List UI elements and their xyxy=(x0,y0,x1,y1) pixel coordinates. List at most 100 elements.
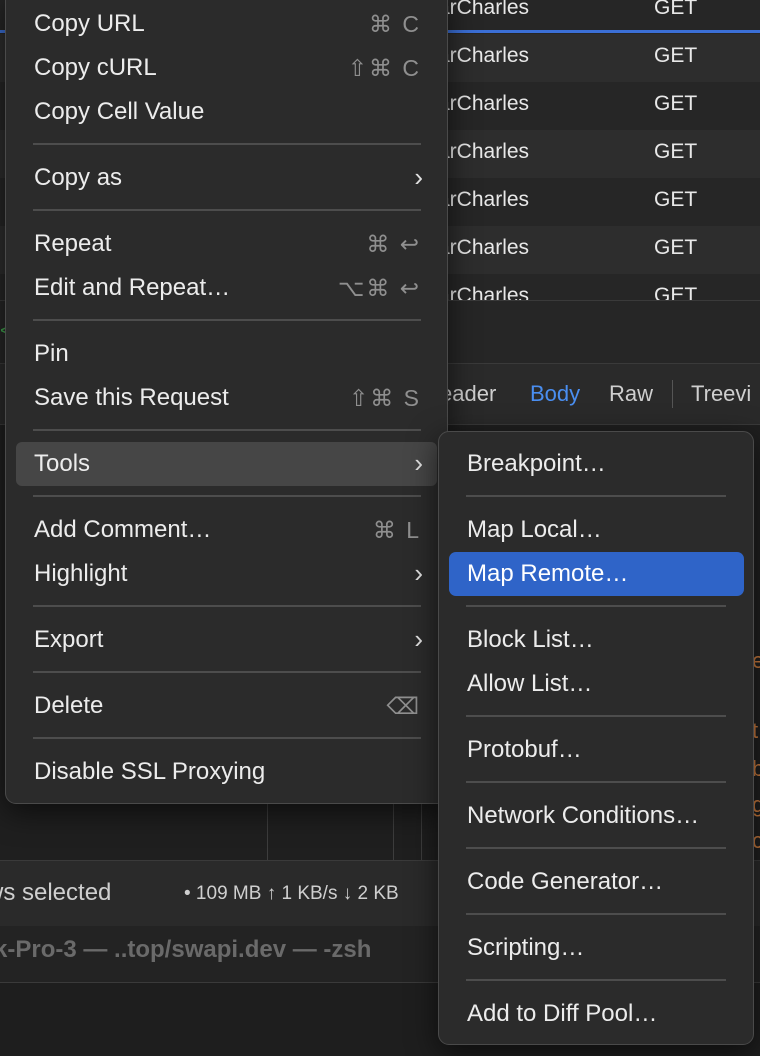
menu-item-label: Copy cURL xyxy=(34,54,157,81)
menu-separator xyxy=(33,143,421,145)
menu-separator xyxy=(466,605,726,607)
menu-item-shortcut: ⇧⌘ S xyxy=(348,385,421,411)
menu-separator xyxy=(466,715,726,717)
map-remote-item[interactable]: Map Remote… xyxy=(449,552,744,596)
menu-separator xyxy=(466,979,726,981)
client-cell: arCharles xyxy=(438,0,530,19)
menu-item-label: Add to Diff Pool… xyxy=(467,1000,658,1027)
client-cell: arCharles xyxy=(438,236,530,259)
menu-item-shortcut: ⌘ ↩ xyxy=(366,231,421,257)
chevron-right-icon: › xyxy=(414,624,423,654)
method-cell: GET xyxy=(654,140,698,163)
menu-separator xyxy=(33,605,421,607)
menu-separator xyxy=(466,913,726,915)
menu-separator xyxy=(466,495,726,497)
scripting-item[interactable]: Scripting… xyxy=(449,926,744,970)
tab-header[interactable]: eader xyxy=(440,381,496,407)
menu-separator xyxy=(33,495,421,497)
terminal-title: k-Pro-3 — ..top/swapi.dev — -zsh xyxy=(0,936,372,963)
tab-body[interactable]: Body xyxy=(530,381,580,407)
delete-key-icon: ⌫ xyxy=(386,693,421,719)
menu-separator xyxy=(33,319,421,321)
allow-list-item[interactable]: Allow List… xyxy=(449,662,744,706)
menu-item-label: Code Generator… xyxy=(467,868,664,895)
menu-item-label: Edit and Repeat… xyxy=(34,274,231,301)
menu-separator xyxy=(33,209,421,211)
client-cell: arCharles xyxy=(438,44,530,67)
tab-treeview[interactable]: Treevi xyxy=(691,381,751,407)
code-generator-item[interactable]: Code Generator… xyxy=(449,860,744,904)
menu-item-label: Add Comment… xyxy=(34,516,212,543)
menu-separator xyxy=(33,671,421,673)
menu-item-label: Copy as xyxy=(34,164,123,191)
menu-item-shortcut: ⇧⌘ C xyxy=(347,55,421,81)
save-request-item[interactable]: Save this Request ⇧⌘ S xyxy=(16,376,437,420)
method-cell: GET xyxy=(654,92,698,115)
tab-divider xyxy=(672,380,673,408)
method-cell: GET xyxy=(654,0,698,19)
client-cell: arCharles xyxy=(438,92,530,115)
copy-as-item[interactable]: Copy as › xyxy=(16,156,437,200)
menu-item-label: Copy URL xyxy=(34,10,145,37)
chevron-right-icon: › xyxy=(414,162,423,192)
highlight-item[interactable]: Highlight › xyxy=(16,552,437,596)
menu-separator xyxy=(466,781,726,783)
menu-item-label: Export xyxy=(34,626,104,653)
menu-item-label: Delete xyxy=(34,692,104,719)
traffic-stats: • 109 MB ↑ 1 KB/s ↓ 2 KB xyxy=(184,883,399,904)
add-to-diff-pool-item[interactable]: Add to Diff Pool… xyxy=(449,992,744,1036)
menu-item-label: Allow List… xyxy=(467,670,593,697)
delete-item[interactable]: Delete ⌫ xyxy=(16,684,437,728)
menu-item-shortcut: ⌘ C xyxy=(369,11,421,37)
tools-item[interactable]: Tools › xyxy=(16,442,437,486)
column-divider xyxy=(421,800,422,860)
column-divider xyxy=(393,800,394,860)
copy-cell-value-item[interactable]: Copy Cell Value xyxy=(16,90,437,134)
tools-submenu: Breakpoint… Map Local… Map Remote… Block… xyxy=(438,431,754,1045)
method-cell: GET xyxy=(654,44,698,67)
tab-raw[interactable]: Raw xyxy=(609,381,653,407)
selection-status: ws selected xyxy=(0,879,112,906)
client-cell: arCharles xyxy=(438,188,530,211)
method-cell: GET xyxy=(654,284,698,300)
context-menu: Copy URL ⌘ C Copy cURL ⇧⌘ C Copy Cell Va… xyxy=(5,0,448,804)
chevron-right-icon: › xyxy=(414,448,423,478)
export-item[interactable]: Export › xyxy=(16,618,437,662)
menu-item-label: Tools xyxy=(34,450,91,477)
copy-curl-item[interactable]: Copy cURL ⇧⌘ C xyxy=(16,46,437,90)
menu-item-label: Map Remote… xyxy=(467,560,629,587)
menu-item-label: Scripting… xyxy=(467,934,585,961)
menu-separator xyxy=(33,429,421,431)
menu-item-shortcut: ⌘ L xyxy=(372,517,421,543)
network-conditions-item[interactable]: Network Conditions… xyxy=(449,794,744,838)
pin-item[interactable]: Pin xyxy=(16,332,437,376)
client-cell: arCharles xyxy=(438,140,530,163)
menu-item-label: Repeat xyxy=(34,230,112,257)
menu-item-label: Highlight xyxy=(34,560,128,587)
protobuf-item[interactable]: Protobuf… xyxy=(449,728,744,772)
copy-url-item[interactable]: Copy URL ⌘ C xyxy=(16,2,437,46)
column-divider xyxy=(267,800,268,860)
chevron-right-icon: › xyxy=(414,558,423,588)
block-list-item[interactable]: Block List… xyxy=(449,618,744,662)
menu-item-label: Network Conditions… xyxy=(467,802,700,829)
breakpoint-item[interactable]: Breakpoint… xyxy=(449,442,744,486)
method-cell: GET xyxy=(654,188,698,211)
menu-item-label: Save this Request xyxy=(34,384,229,411)
map-local-item[interactable]: Map Local… xyxy=(449,508,744,552)
menu-separator xyxy=(33,737,421,739)
menu-item-label: Disable SSL Proxying xyxy=(34,758,266,785)
method-cell: GET xyxy=(654,236,698,259)
menu-item-label: Pin xyxy=(34,340,69,367)
add-comment-item[interactable]: Add Comment… ⌘ L xyxy=(16,508,437,552)
menu-separator xyxy=(466,847,726,849)
edit-and-repeat-item[interactable]: Edit and Repeat… ⌥⌘ ↩ xyxy=(16,266,437,310)
menu-item-label: Breakpoint… xyxy=(467,450,606,477)
repeat-item[interactable]: Repeat ⌘ ↩ xyxy=(16,222,437,266)
menu-item-label: Protobuf… xyxy=(467,736,582,763)
menu-item-shortcut: ⌥⌘ ↩ xyxy=(337,275,421,301)
disable-ssl-proxying-item[interactable]: Disable SSL Proxying xyxy=(16,750,437,794)
menu-item-label: Map Local… xyxy=(467,516,602,543)
menu-item-label: Copy Cell Value xyxy=(34,98,205,125)
menu-item-label: Block List… xyxy=(467,626,594,653)
